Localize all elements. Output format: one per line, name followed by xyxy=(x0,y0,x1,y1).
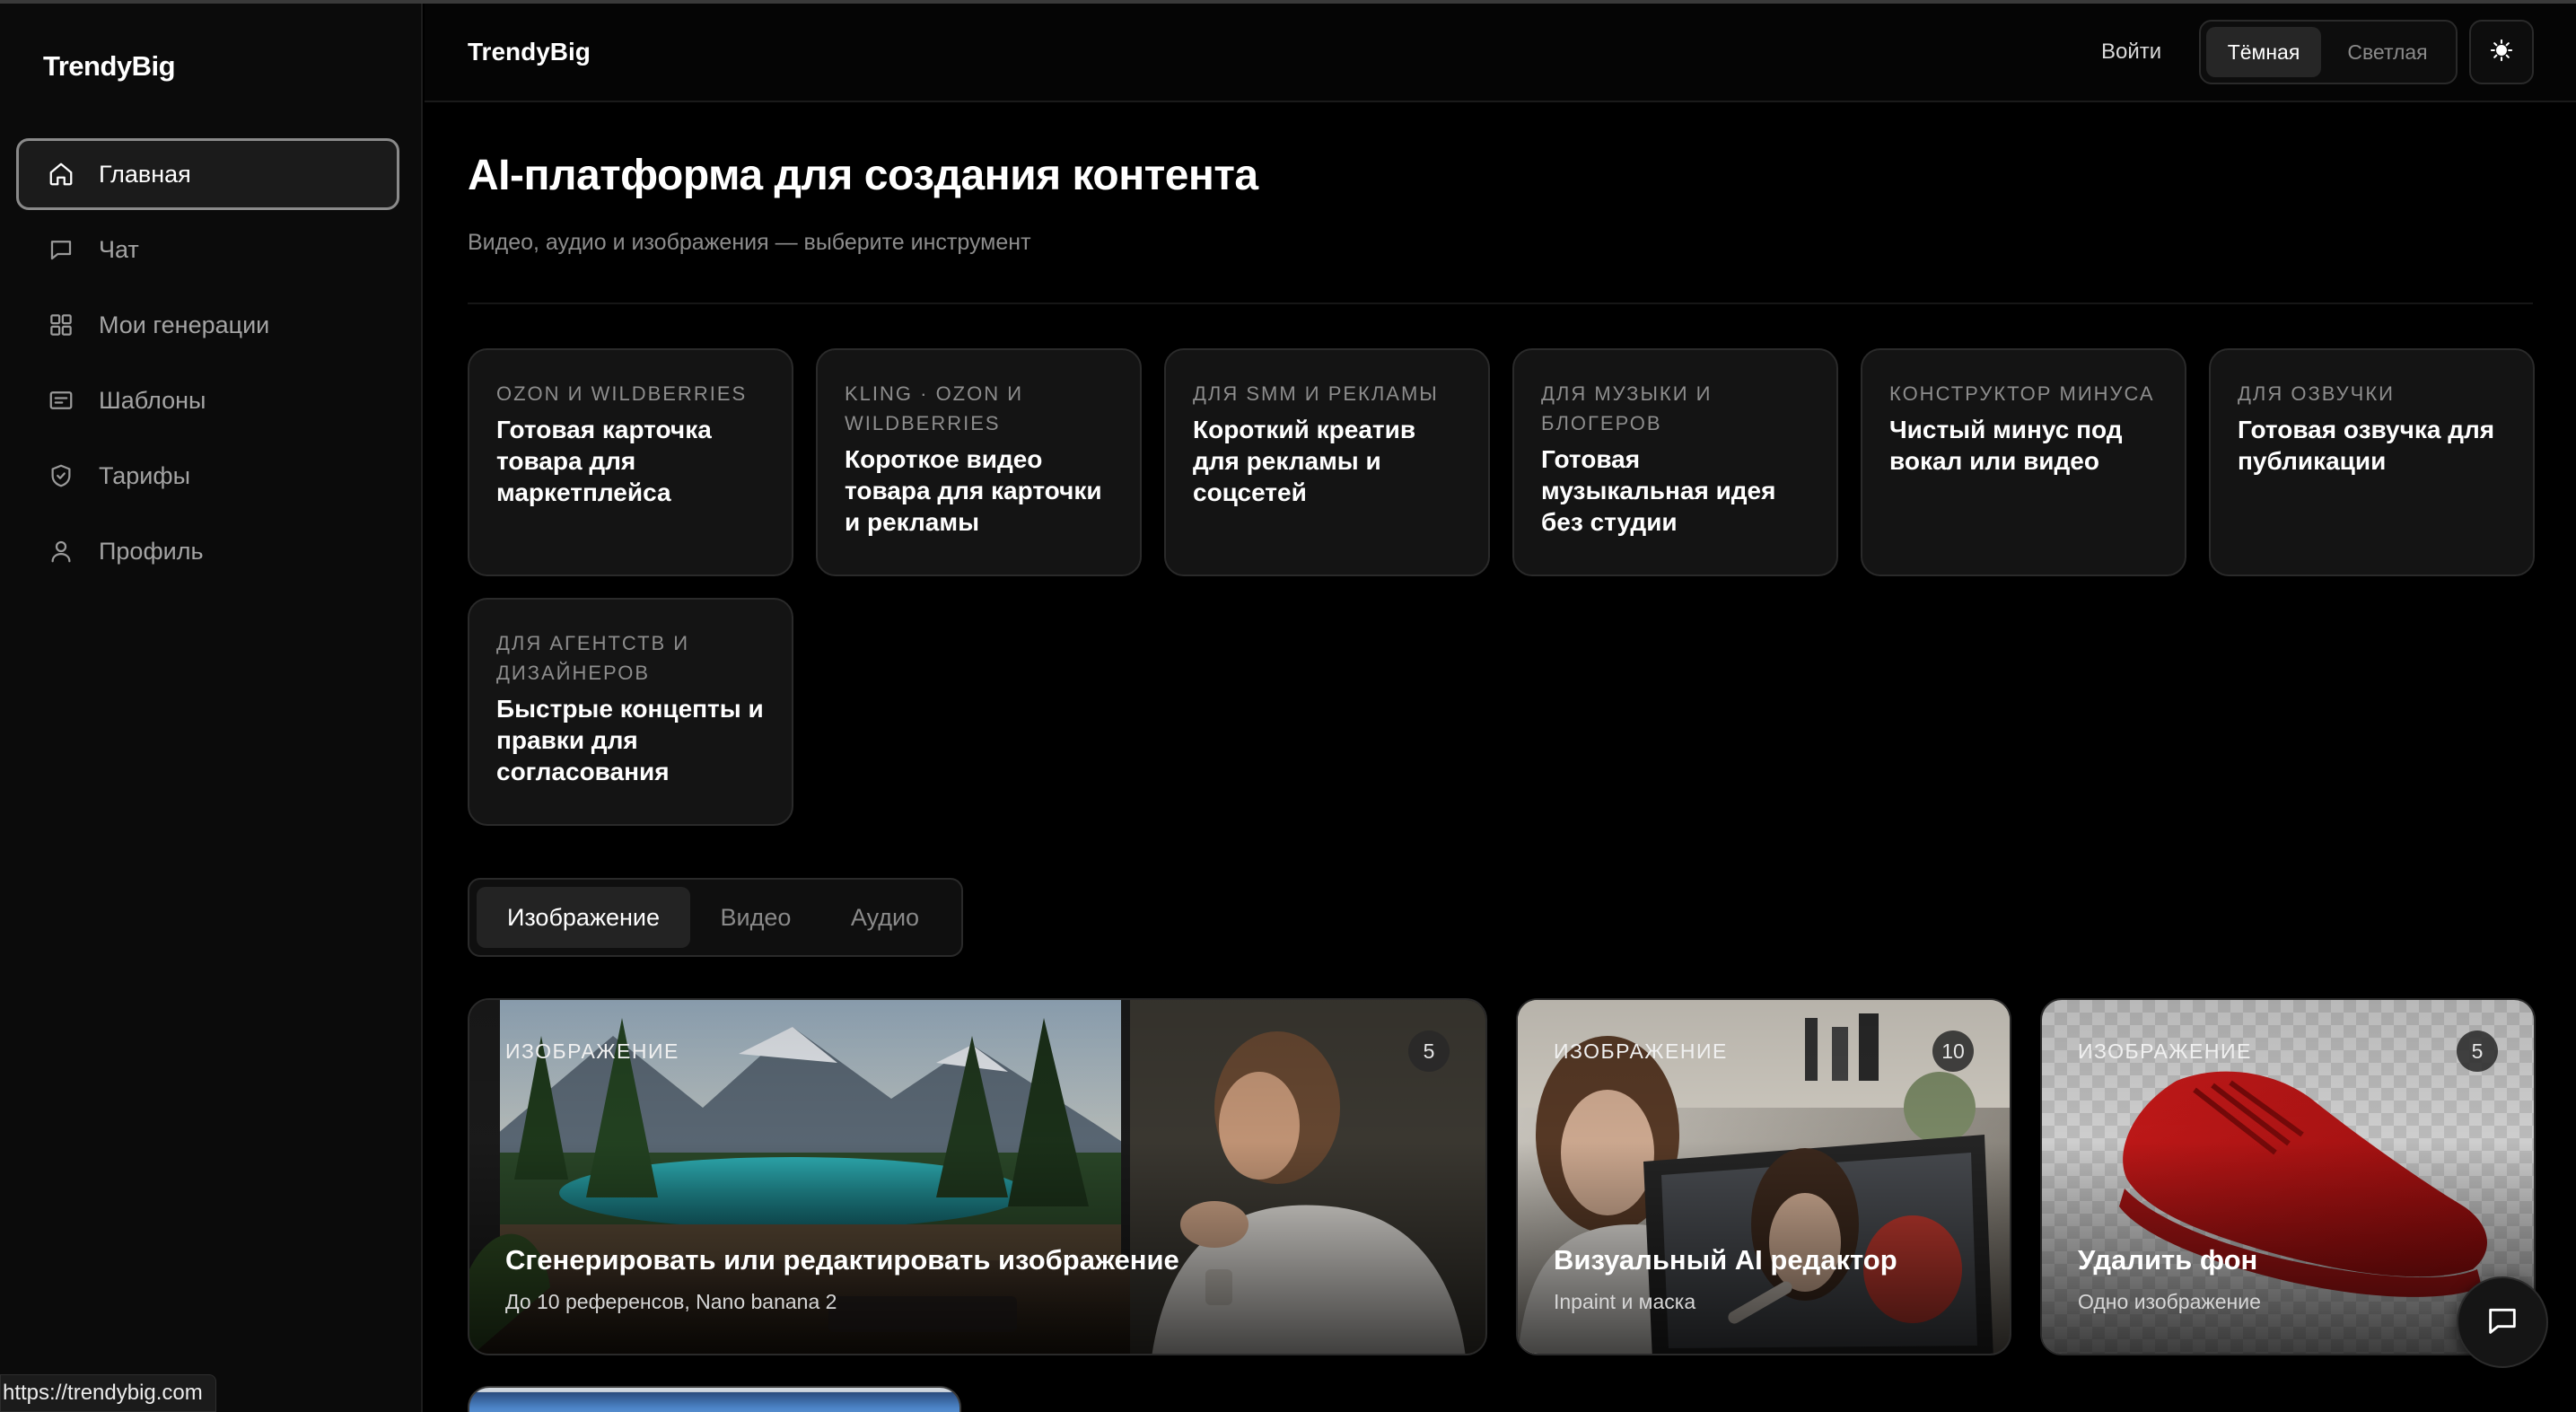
tool-card-category: ИЗОБРАЖЕНИЕ xyxy=(2078,1039,2252,1063)
use-case-category: ДЛЯ АГЕНТСТВ И ДИЗАЙНЕРОВ xyxy=(496,632,690,684)
tool-card-title: Сгенерировать или редактировать изображе… xyxy=(505,1244,1179,1276)
chat-fab-button[interactable] xyxy=(2457,1276,2548,1368)
sidebar-item-label: Главная xyxy=(99,160,191,188)
message-icon xyxy=(2484,1302,2520,1343)
theme-light-option[interactable]: Светлая xyxy=(2326,27,2449,77)
use-case-card[interactable]: ДЛЯ МУЗЫКИ И БЛОГЕРОВ Готовая музыкальна… xyxy=(1512,348,1838,576)
shield-icon xyxy=(46,460,76,491)
use-case-category: ДЛЯ SMM И РЕКЛАМЫ xyxy=(1193,382,1439,405)
use-case-category: КОНСТРУКТОР МИНУСА xyxy=(1889,382,2155,405)
use-case-category: ДЛЯ ОЗВУЧКИ xyxy=(2238,382,2395,405)
use-case-card[interactable]: OZON И WILDBERRIES Готовая карточка това… xyxy=(468,348,793,576)
use-case-category: OZON И WILDBERRIES xyxy=(496,382,748,405)
template-icon xyxy=(46,385,76,416)
sidebar-item-label: Шаблоны xyxy=(99,386,206,414)
use-case-card[interactable]: ДЛЯ SMM И РЕКЛАМЫ Короткий креатив для р… xyxy=(1164,348,1490,576)
tool-card-title: Удалить фон xyxy=(2078,1244,2258,1276)
sidebar-item-home[interactable]: Главная xyxy=(16,138,399,210)
tool-card-visual-editor[interactable]: ИЗОБРАЖЕНИЕ 10 Визуальный AI редактор In… xyxy=(1516,998,2011,1355)
sidebar-logo[interactable]: TrendyBig xyxy=(43,50,176,83)
link-status-bar: https://trendybig.com xyxy=(0,1374,216,1412)
sidebar-item-label: Тарифы xyxy=(99,461,191,489)
tool-card-description: До 10 референсов, Nano banana 2 xyxy=(505,1290,837,1313)
tool-card-category: ИЗОБРАЖЕНИЕ xyxy=(505,1039,679,1063)
top-header: TrendyBig Войти Тёмная Светлая xyxy=(425,4,2576,102)
tool-card-category: ИЗОБРАЖЕНИЕ xyxy=(1554,1039,1728,1063)
use-case-card[interactable]: КОНСТРУКТОР МИНУСА Чистый минус под вока… xyxy=(1861,348,2186,576)
sidebar-item-generations[interactable]: Мои генерации xyxy=(16,289,399,361)
sidebar-item-profile[interactable]: Профиль xyxy=(16,515,399,587)
tab-audio[interactable]: Аудио xyxy=(821,887,949,948)
media-type-tabs: Изображение Видео Аудио xyxy=(468,878,963,957)
sidebar-nav: Главная Чат Мои генерации Шаблоны Тарифы xyxy=(16,138,399,591)
use-case-title: Готовая музыкальная идея без студии xyxy=(1541,445,1776,536)
use-case-card[interactable]: ДЛЯ ОЗВУЧКИ Готовая озвучка для публикац… xyxy=(2209,348,2535,576)
tool-card-count-badge: 5 xyxy=(1408,1030,1450,1072)
theme-dark-option[interactable]: Тёмная xyxy=(2206,27,2321,77)
login-button[interactable]: Войти xyxy=(2101,39,2161,65)
user-icon xyxy=(46,536,76,566)
tool-card-description: Inpaint и маска xyxy=(1554,1290,1696,1313)
use-case-category: ДЛЯ МУЗЫКИ И БЛОГЕРОВ xyxy=(1541,382,1713,434)
use-case-title: Короткое видео товара для карточки и рек… xyxy=(845,445,1102,536)
sidebar-item-label: Мои генерации xyxy=(99,311,270,338)
grid-icon xyxy=(46,310,76,340)
page-title: AI-платформа для создания контента xyxy=(468,152,1258,199)
divider xyxy=(468,303,2533,304)
tab-video[interactable]: Видео xyxy=(694,887,818,948)
tool-card-count-badge: 10 xyxy=(1932,1030,1974,1072)
use-case-category: KLING · OZON И WILDBERRIES xyxy=(845,382,1024,434)
use-case-title: Короткий креатив для рекламы и соцсетей xyxy=(1193,416,1416,506)
use-case-card[interactable]: ДЛЯ АГЕНТСТВ И ДИЗАЙНЕРОВ Быстрые концеп… xyxy=(468,598,793,826)
sidebar-item-pricing[interactable]: Тарифы xyxy=(16,440,399,512)
use-case-title: Быстрые концепты и правки для согласован… xyxy=(496,695,764,785)
chat-icon xyxy=(46,234,76,265)
page-subtitle: Видео, аудио и изображения — выберите ин… xyxy=(468,230,1031,255)
header-brand[interactable]: TrendyBig xyxy=(468,38,591,66)
use-case-title: Готовая озвучка для публикации xyxy=(2238,416,2495,475)
tool-card-title: Визуальный AI редактор xyxy=(1554,1244,1897,1276)
home-icon xyxy=(46,159,76,189)
sidebar-item-label: Чат xyxy=(99,235,139,263)
sidebar-item-label: Профиль xyxy=(99,537,204,565)
tab-image[interactable]: Изображение xyxy=(477,887,690,948)
use-case-card[interactable]: KLING · OZON И WILDBERRIES Короткое виде… xyxy=(816,348,1142,576)
theme-toggle-button[interactable] xyxy=(2469,20,2534,84)
tool-card-generate[interactable]: ИЗОБРАЖЕНИЕ 5 Сгенерировать или редактир… xyxy=(468,998,1487,1355)
tool-card-description: Одно изображение xyxy=(2078,1290,2261,1313)
sidebar: TrendyBig Главная Чат Мои генерации Шабл… xyxy=(0,4,423,1412)
tool-card-partial[interactable] xyxy=(468,1386,961,1412)
use-case-title: Готовая карточка товара для маркетплейса xyxy=(496,416,712,506)
tool-card-count-badge: 5 xyxy=(2457,1030,2498,1072)
use-case-title: Чистый минус под вокал или видео xyxy=(1889,416,2123,475)
sidebar-item-templates[interactable]: Шаблоны xyxy=(16,364,399,436)
sun-icon xyxy=(2489,38,2514,67)
sidebar-item-chat[interactable]: Чат xyxy=(16,214,399,285)
theme-switcher: Тёмная Светлая xyxy=(2199,20,2458,84)
